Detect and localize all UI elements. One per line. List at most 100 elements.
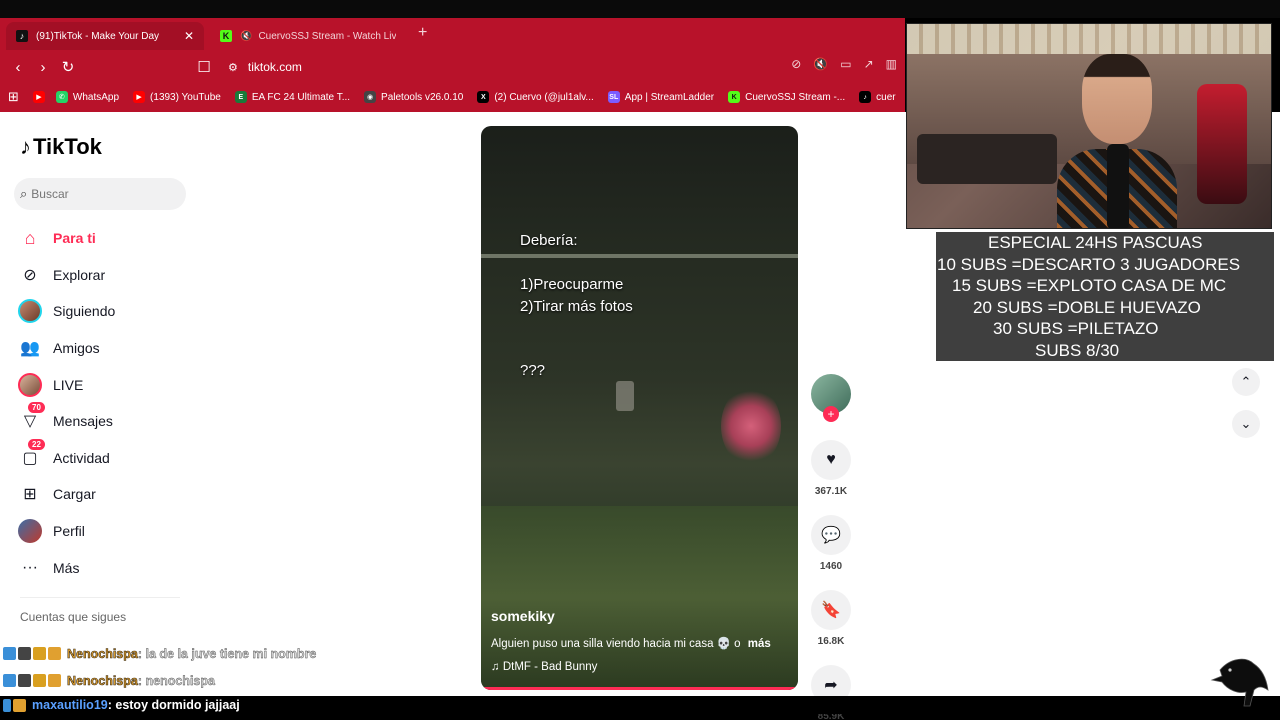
badge-icon	[18, 647, 31, 660]
tiktok-logo[interactable]: ♪ TikTok	[20, 134, 102, 160]
video-scene-chair	[616, 381, 634, 411]
sidebar-item-perfil[interactable]: Perfil	[18, 513, 188, 550]
subs-goal-line: 15 SUBS =EXPLOTO CASA DE MC	[952, 276, 1227, 296]
back-button[interactable]: ‹	[8, 57, 28, 77]
chat-username: Nenochispa	[67, 646, 138, 661]
bookmark-tiktok[interactable]: ♪ cuer	[859, 91, 896, 103]
video-caption-title: Debería:	[520, 232, 578, 249]
tab-kick-stream[interactable]: K 🔇 CuervoSSJ Stream - Watch Live o	[210, 22, 406, 50]
video-username[interactable]: somekiky	[491, 608, 555, 624]
bookmark-youtube[interactable]: ▶ (1393) YouTube	[133, 91, 221, 103]
new-tab-button[interactable]: +	[418, 24, 427, 42]
comment-count: 1460	[819, 561, 843, 572]
site-settings-icon[interactable]: ⚙	[228, 61, 238, 74]
bookmarks-bar: ⊞ ▶ ✆ WhatsApp ▶ (1393) YouTube E EA FC 24 …	[0, 84, 905, 110]
upload-icon: ⊞	[23, 486, 37, 504]
subs-goal-line: 30 SUBS =PILETAZO	[993, 319, 1159, 339]
chat-badges	[3, 674, 61, 687]
heart-icon[interactable]: ♥	[811, 440, 851, 480]
chevron-up-icon[interactable]: ⌃	[1232, 368, 1260, 396]
sidebar-item-live[interactable]: LIVE	[18, 366, 188, 403]
more-icon: ···	[22, 558, 38, 576]
video-caption-question: ???	[520, 362, 546, 379]
bookmark-kick-stream[interactable]: K CuervoSSJ Stream -...	[728, 91, 845, 103]
globe-icon: ◉	[364, 91, 377, 103]
bookmark-icon[interactable]: ☐	[194, 57, 214, 77]
subs-goal-line: ESPECIAL 24HS PASCUAS	[988, 233, 1203, 252]
bookmark-whatsapp[interactable]: ✆ WhatsApp	[55, 91, 119, 103]
toolbar-icons: ⊘ 🔇 ▭ ↗ ▥	[791, 57, 897, 71]
chat-text: : nenochispa	[137, 673, 215, 688]
profile-avatar	[18, 519, 42, 544]
kick-icon: K	[728, 91, 741, 103]
sidebar-item-mas[interactable]: ··· Más	[18, 549, 188, 586]
bookmark-paletools[interactable]: ◉ Paletools v26.0.10	[364, 91, 463, 103]
sidebar-item-para-ti[interactable]: ⌂ Para ti	[18, 220, 188, 257]
chevron-down-icon[interactable]: ⌄	[1232, 410, 1260, 438]
activity-icon: ▢ 22	[18, 438, 45, 470]
mute-icon[interactable]: 🔇	[813, 57, 828, 71]
follow-plus-icon[interactable]: +	[823, 406, 839, 422]
badge-icon	[18, 674, 31, 687]
video-description: Alguien puso una silla viendo hacia mi c…	[491, 638, 771, 650]
sidebar-item-cargar[interactable]: ⊞ Cargar	[18, 476, 188, 513]
youtube-small-icon[interactable]: ▶	[32, 91, 50, 103]
reload-button[interactable]: ↻	[58, 57, 78, 77]
forward-button[interactable]: ›	[33, 57, 53, 77]
search-icon: ⌕	[20, 186, 28, 201]
tiktok-icon: ♪	[859, 91, 872, 103]
messages-icon: ▽ 70	[18, 402, 45, 433]
apps-grid-icon[interactable]: ⊞	[8, 89, 19, 105]
messages-badge: 70	[28, 402, 45, 414]
video-player[interactable]: Debería: 1)Preocuparme 2)Tirar más fotos…	[481, 126, 798, 690]
badge-icon	[48, 674, 61, 687]
share-icon[interactable]: ↗	[864, 57, 874, 71]
whatsapp-icon: ✆	[55, 91, 68, 103]
muted-speaker-icon[interactable]: 🔇	[240, 31, 252, 42]
sidebar-item-amigos[interactable]: 👥 Amigos	[18, 330, 188, 367]
search-input[interactable]	[31, 187, 162, 201]
search-box[interactable]: ⌕	[14, 178, 186, 210]
bookmark-save-icon[interactable]: 🔖	[811, 590, 851, 630]
author-avatar[interactable]: +	[811, 374, 851, 422]
friends-icon: 👥	[20, 340, 40, 358]
comment-icon[interactable]: 💬	[811, 515, 851, 555]
compass-icon: ⊘	[23, 266, 37, 284]
like-action[interactable]: ♥ 367.1K	[809, 440, 853, 497]
following-avatar	[18, 299, 42, 324]
address-bar[interactable]: ⚙ tiktok.com	[228, 55, 628, 79]
chat-text: : la de la juve tiene mi nombre	[137, 646, 317, 661]
bookmark-ea-fc[interactable]: E EA FC 24 Ultimate T...	[234, 91, 350, 103]
chat-badges	[3, 698, 26, 712]
sl-icon: SL	[607, 91, 620, 103]
sidebar-divider	[20, 597, 180, 598]
video-caption-option-2: 2)Tirar más fotos	[520, 298, 633, 315]
bookmark-x-cuervo[interactable]: X (2) Cuervo (@jul1alv...	[477, 91, 594, 103]
chat-username: maxautilio19	[32, 698, 108, 712]
badge-icon	[3, 698, 11, 712]
video-scene-fence	[481, 254, 798, 258]
chat-message: Nenochispa : la de la juve tiene mi nomb…	[0, 640, 520, 667]
tab-title: CuervoSSJ Stream - Watch Live o	[258, 30, 396, 42]
more-button[interactable]: más	[748, 638, 771, 650]
sidebar-item-siguiendo[interactable]: Siguiendo	[18, 293, 188, 330]
video-caption-option-1: 1)Preocuparme	[520, 276, 624, 293]
video-progress-bar[interactable]	[481, 687, 798, 690]
sidebar-item-mensajes[interactable]: ▽ 70 Mensajes	[18, 402, 188, 440]
sidebar-item-actividad[interactable]: ▢ 22 Actividad	[18, 438, 188, 477]
chat-text: : estoy dormido jajjaaj	[107, 698, 240, 712]
tracking-off-icon[interactable]: ⊘	[791, 57, 801, 71]
extension-icon[interactable]: ▥	[886, 57, 897, 71]
badge-icon	[3, 674, 16, 687]
bookmark-streamladder[interactable]: SL App | StreamLadder	[607, 91, 714, 103]
activity-badge: 22	[28, 438, 45, 450]
save-action[interactable]: 🔖 16.8K	[809, 590, 853, 647]
cast-icon[interactable]: ▭	[840, 57, 851, 71]
tab-tiktok[interactable]: ♪ (91)TikTok - Make Your Day ✕	[6, 22, 204, 50]
close-tab-icon[interactable]: ✕	[184, 29, 194, 43]
live-avatar	[18, 372, 42, 397]
webcam-microphone	[1107, 144, 1129, 228]
kick-icon: K	[220, 30, 232, 42]
comment-action[interactable]: 💬 1460	[809, 515, 853, 572]
sidebar-item-explorar[interactable]: ⊘ Explorar	[18, 257, 188, 294]
